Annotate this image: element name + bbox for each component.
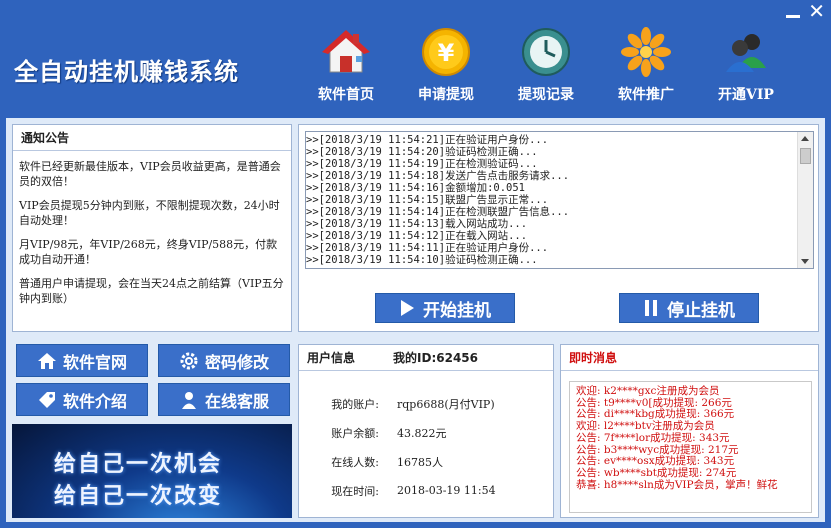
log-line: >>[2018/3/19 11:54:11]正在验证用户身份... — [306, 242, 549, 254]
website-button-label: 软件官网 — [62, 352, 127, 372]
nav-withdraw-history[interactable]: 提现记录 — [496, 26, 596, 106]
history-clock-icon — [522, 28, 570, 76]
log-line: >>[2018/3/19 11:54:15]联盟广告显示正常... — [306, 194, 549, 206]
log-line: >>[2018/3/19 11:54:10]验证码检测正确... — [306, 254, 538, 266]
promo-banner[interactable]: 给自己一次机会 给自己一次改变 — [12, 424, 292, 518]
log-line: >>[2018/3/19 11:54:20]验证码检测正确... — [306, 146, 538, 158]
stop-button-label: 停止挂机 — [667, 300, 735, 321]
stop-button[interactable]: 停止挂机 — [619, 293, 759, 323]
nav-withdraw-label: 申请提现 — [418, 87, 474, 103]
minimize-button[interactable] — [786, 2, 801, 20]
flower-icon — [621, 27, 671, 77]
nav-promote-label: 软件推广 — [618, 87, 674, 103]
message-item: 欢迎: k2****gxc注册成为会员 — [576, 385, 720, 397]
users-icon — [726, 34, 766, 72]
nav-vip-label: 开通VIP — [718, 87, 774, 103]
realtime-panel: 即时消息 欢迎: k2****gxc注册成为会员 公告: t9****v0[成功… — [560, 344, 819, 518]
customer-service-button-label: 在线客服 — [204, 391, 269, 411]
software-intro-button-label: 软件介绍 — [62, 391, 127, 411]
user-info-rows: 我的账户: rqp6688(月付VIP) 账户余额: 43.822元 在线人数:… — [299, 371, 553, 505]
nav-home-label: 软件首页 — [318, 87, 374, 103]
online-value: 16785人 — [397, 455, 443, 469]
log-list[interactable]: >>[2018/3/19 11:54:21]正在验证用户身份... >>[201… — [305, 131, 814, 269]
play-icon — [401, 300, 414, 316]
banner-line-1: 给自己一次机会 — [53, 452, 222, 477]
change-password-button[interactable]: 密码修改 — [158, 344, 290, 377]
realtime-title: 即时消息 — [561, 345, 818, 371]
notice-paragraph: VIP会员提现5分钟内到账，不限制提现次数，24小时自动处理！ — [19, 199, 280, 227]
gear-icon — [180, 352, 198, 369]
online-label: 在线人数: — [331, 455, 379, 469]
top-nav: 软件首页 ¥ 申请提现 提现记录 软件推广 开通VIP — [296, 26, 796, 106]
message-item: 恭喜: h8****sln成为VIP会员，掌声！鲜花 — [576, 478, 778, 491]
software-intro-button[interactable]: 软件介绍 — [16, 383, 148, 416]
log-line: >>[2018/3/19 11:54:16]金额增加:0.051 — [306, 182, 526, 194]
log-line: >>[2018/3/19 11:54:14]正在检测联盟广告信息... — [306, 206, 570, 218]
notice-body: 软件已经更新最佳版本，VIP会员收益更高，是普通会员的双倍！ VIP会员提现5分… — [13, 151, 291, 323]
window-controls: ✕ — [786, 0, 825, 22]
log-line: >>[2018/3/19 11:54:18]发送广告点击服务请求... — [306, 170, 570, 182]
minimize-icon — [786, 15, 801, 18]
scroll-thumb[interactable] — [800, 148, 811, 164]
notice-paragraph: 月VIP/98元，年VIP/268元，终身VIP/588元，付款成功自动开通！ — [19, 238, 278, 266]
message-item: 公告: 7f****lor成功提现: 343元 — [576, 431, 730, 444]
user-icon — [181, 391, 196, 409]
log-line: >>[2018/3/19 11:54:19]正在检测验证码... — [306, 158, 538, 170]
message-item: 公告: wb****sbt成功提现: 274元 — [576, 466, 737, 479]
svg-text:¥: ¥ — [438, 39, 455, 67]
notice-title: 通知公告 — [13, 125, 291, 151]
user-id: 我的ID:62456 — [393, 351, 478, 365]
scroll-down-icon[interactable] — [801, 259, 809, 264]
balance-value: 43.822元 — [397, 426, 447, 440]
main-content: 通知公告 软件已经更新最佳版本，VIP会员收益更高，是普通会员的双倍！ VIP会… — [6, 118, 825, 522]
banner-line-2: 给自己一次改变 — [53, 484, 222, 509]
time-label: 现在时间: — [331, 484, 379, 498]
start-button-label: 开始挂机 — [423, 300, 491, 321]
notice-panel: 通知公告 软件已经更新最佳版本，VIP会员收益更高，是普通会员的双倍！ VIP会… — [12, 124, 292, 332]
nav-home[interactable]: 软件首页 — [296, 26, 396, 106]
notice-paragraph: 软件已经更新最佳版本，VIP会员收益更高，是普通会员的双倍！ — [19, 160, 281, 188]
log-panel: >>[2018/3/19 11:54:21]正在验证用户身份... >>[201… — [298, 124, 819, 332]
log-line: >>[2018/3/19 11:54:13]载入网站成功... — [306, 218, 528, 230]
account-label: 我的账户: — [331, 397, 379, 411]
user-info-header: 用户信息 我的ID:62456 — [299, 345, 553, 371]
yen-coin-icon: ¥ — [422, 28, 470, 76]
close-button[interactable]: ✕ — [808, 1, 825, 21]
balance-label: 账户余额: — [331, 426, 379, 440]
log-lines: >>[2018/3/19 11:54:21]正在验证用户身份... >>[201… — [306, 134, 797, 266]
nav-promote[interactable]: 软件推广 — [596, 26, 696, 106]
log-line: >>[2018/3/19 11:54:12]正在载入网站... — [306, 230, 528, 242]
log-scrollbar[interactable] — [797, 132, 813, 268]
nav-withdraw[interactable]: ¥ 申请提现 — [396, 26, 496, 106]
customer-service-button[interactable]: 在线客服 — [158, 383, 290, 416]
realtime-list[interactable]: 欢迎: k2****gxc注册成为会员 公告: t9****v0[成功提现: 2… — [569, 381, 812, 513]
balance-row: 账户余额: 43.822元 — [299, 418, 553, 447]
change-password-button-label: 密码修改 — [204, 352, 269, 372]
user-info-panel: 用户信息 我的ID:62456 我的账户: rqp6688(月付VIP) 账户余… — [298, 344, 554, 518]
pause-icon — [645, 300, 657, 316]
scroll-up-icon[interactable] — [801, 136, 809, 141]
tag-icon — [38, 391, 55, 408]
nav-withdraw-history-label: 提现记录 — [518, 87, 574, 103]
app-title: 全自动挂机赚钱系统 — [14, 57, 239, 86]
website-button[interactable]: 软件官网 — [16, 344, 148, 377]
home-icon — [37, 352, 56, 369]
time-row: 现在时间: 2018-03-19 11:54 — [299, 476, 553, 505]
nav-vip[interactable]: 开通VIP — [696, 26, 796, 106]
notice-paragraph: 普通用户申请提现，会在当天24点之前结算（VIP五分钟内到账） — [19, 277, 284, 305]
account-row: 我的账户: rqp6688(月付VIP) — [299, 389, 553, 418]
account-value: rqp6688(月付VIP) — [397, 397, 495, 411]
user-info-title: 用户信息 — [307, 351, 356, 365]
home-icon — [322, 30, 370, 73]
start-button[interactable]: 开始挂机 — [375, 293, 515, 323]
log-line: >>[2018/3/19 11:54:21]正在验证用户身份... — [306, 134, 549, 146]
time-value: 2018-03-19 11:54 — [397, 484, 496, 497]
online-row: 在线人数: 16785人 — [299, 447, 553, 476]
